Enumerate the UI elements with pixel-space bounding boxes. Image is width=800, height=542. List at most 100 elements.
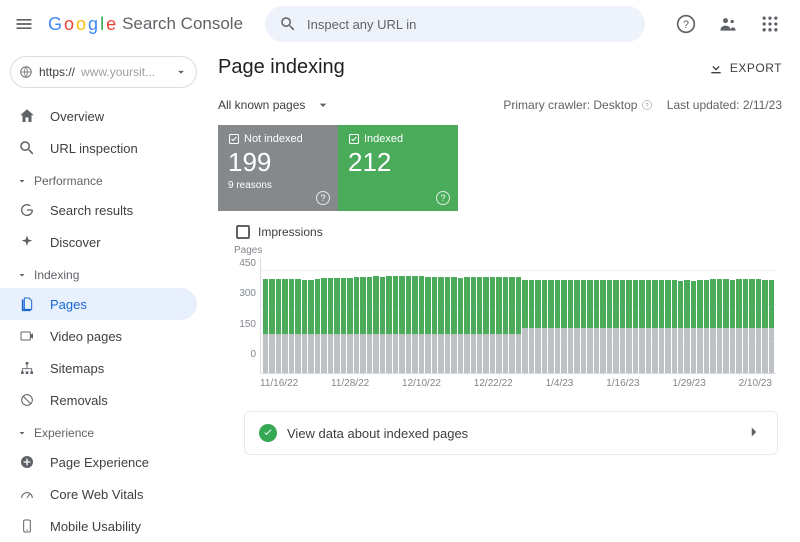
pages-icon <box>18 295 36 313</box>
card-not-indexed[interactable]: Not indexed 199 9 reasons ? <box>218 125 338 211</box>
checkbox-icon <box>228 133 240 145</box>
sidebar-group-label: Performance <box>34 174 103 188</box>
chart-bar <box>315 279 320 373</box>
chart-bar <box>717 279 722 373</box>
mobile-icon <box>18 517 36 535</box>
card-sub: 9 reasons <box>228 180 328 191</box>
check-circle-icon <box>259 424 277 442</box>
checkbox-icon <box>236 225 250 239</box>
chart-bar <box>697 280 702 373</box>
chart-bar <box>328 278 333 373</box>
chart-xaxis: 11/16/2211/28/2212/10/2212/22/221/4/231/… <box>260 378 776 389</box>
chevron-down-icon <box>16 269 28 281</box>
chart-bar <box>302 280 307 373</box>
chart-bar <box>646 280 651 373</box>
sidebar-item-core-web-vitals[interactable]: Core Web Vitals <box>0 478 197 510</box>
chart-bar <box>535 280 540 373</box>
card-value: 212 <box>348 147 448 178</box>
chart-bar <box>432 277 437 373</box>
search-input[interactable]: Inspect any URL in <box>265 6 645 42</box>
chart-bar <box>574 280 579 373</box>
chart-bar <box>736 279 741 373</box>
chart-bar <box>542 280 547 373</box>
property-prefix: https:// <box>39 65 75 79</box>
sidebar-item-pages[interactable]: Pages <box>0 288 197 320</box>
sidebar-item-search-results[interactable]: Search results <box>0 194 197 226</box>
sidebar: https:// www.yoursit... Overview URL insp… <box>0 48 208 516</box>
primary-crawler: Primary crawler: Desktop ? <box>503 98 652 112</box>
sidebar-item-label: Video pages <box>50 329 122 344</box>
users-icon[interactable] <box>716 12 740 36</box>
sidebar-item-mobile-usability[interactable]: Mobile Usability <box>0 510 197 542</box>
chart-yaxis: 4503001500 <box>234 258 260 374</box>
page-filter-label: All known pages <box>218 98 305 112</box>
chart-bar <box>613 280 618 373</box>
sidebar-item-discover[interactable]: Discover <box>0 226 197 258</box>
chart-bar <box>555 280 560 373</box>
chart-bar <box>626 280 631 373</box>
sidebar-item-removals[interactable]: Removals <box>0 384 197 416</box>
export-button[interactable]: EXPORT <box>708 60 782 76</box>
menu-icon[interactable] <box>12 12 36 36</box>
sidebar-item-sitemaps[interactable]: Sitemaps <box>0 352 197 384</box>
sidebar-item-label: Pages <box>50 297 87 312</box>
removals-icon <box>18 391 36 409</box>
chart-bar <box>665 280 670 373</box>
chart-bar <box>561 280 566 373</box>
sidebar-item-label: URL inspection <box>50 141 138 156</box>
sidebar-item-url-inspection[interactable]: URL inspection <box>0 132 197 164</box>
chart-bar <box>386 276 391 373</box>
sidebar-item-video-pages[interactable]: Video pages <box>0 320 197 352</box>
help-icon[interactable]: ? <box>436 191 450 205</box>
impressions-toggle[interactable]: Impressions <box>236 225 782 239</box>
search-icon <box>279 15 297 33</box>
google-g-icon <box>18 201 36 219</box>
last-updated: Last updated: 2/11/23 <box>667 98 782 112</box>
globe-icon <box>19 65 33 79</box>
chart: Pages 4503001500 11/16/2211/28/2212/10/2… <box>218 245 782 389</box>
chart-bar <box>263 279 268 373</box>
sidebar-item-label: Page Experience <box>50 455 149 470</box>
property-selector[interactable]: https:// www.yoursit... <box>10 56 197 88</box>
logo-subtitle: Search Console <box>122 14 243 34</box>
sidebar-group-experience[interactable]: Experience <box>0 416 207 446</box>
sidebar-group-label: Indexing <box>34 268 79 282</box>
chart-bar <box>678 281 683 373</box>
sidebar-group-performance[interactable]: Performance <box>0 164 207 194</box>
chart-bar <box>522 280 527 373</box>
chart-bar <box>620 280 625 373</box>
sidebar-item-label: Overview <box>50 109 104 124</box>
plus-circle-icon <box>18 453 36 471</box>
sidebar-item-label: Sitemaps <box>50 361 104 376</box>
chart-bar <box>749 279 754 373</box>
sidebar-item-overview[interactable]: Overview <box>0 100 197 132</box>
page-filter[interactable]: All known pages <box>218 97 331 113</box>
help-icon[interactable]: ? <box>641 99 653 111</box>
export-label: EXPORT <box>730 61 782 75</box>
sidebar-group-indexing[interactable]: Indexing <box>0 258 207 288</box>
help-icon[interactable]: ? <box>674 12 698 36</box>
card-value: 199 <box>228 147 328 178</box>
chevron-down-icon <box>16 175 28 187</box>
property-site: www.yoursit... <box>81 65 168 79</box>
chart-plot <box>260 258 776 374</box>
sidebar-item-label: Core Web Vitals <box>50 487 143 502</box>
sidebar-item-label: Mobile Usability <box>50 519 141 534</box>
chart-bar <box>509 277 514 373</box>
checkbox-icon <box>348 133 360 145</box>
chart-bar <box>769 280 774 373</box>
sidebar-group-label: Experience <box>34 426 94 440</box>
view-indexed-link[interactable]: View data about indexed pages <box>244 411 778 455</box>
chart-bar <box>704 280 709 373</box>
chart-bar <box>483 277 488 373</box>
sidebar-item-page-experience[interactable]: Page Experience <box>0 446 197 478</box>
chart-bar <box>684 280 689 373</box>
chart-bar <box>471 277 476 373</box>
help-icon[interactable]: ? <box>316 191 330 205</box>
logo: Google Search Console <box>48 14 243 35</box>
chart-bar <box>548 280 553 373</box>
apps-icon[interactable] <box>758 12 782 36</box>
chart-bar <box>412 276 417 373</box>
download-icon <box>708 60 724 76</box>
card-indexed[interactable]: Indexed 212 ? <box>338 125 458 211</box>
